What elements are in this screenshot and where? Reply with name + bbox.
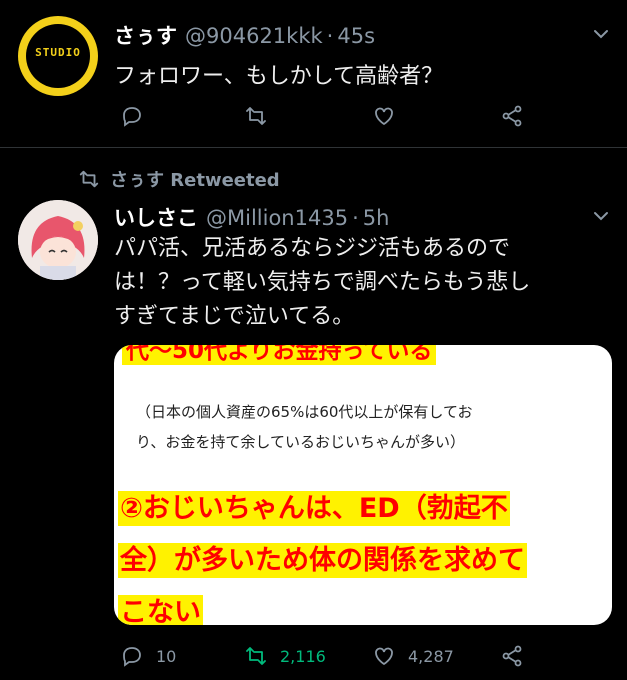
retweet-button[interactable] xyxy=(244,104,268,128)
chevron-down-icon[interactable] xyxy=(593,208,609,224)
timestamp[interactable]: 45s xyxy=(337,24,375,48)
retweet-icon xyxy=(79,170,99,188)
like-icon xyxy=(375,107,393,126)
tweet-text-line: すぎてまじで泣いてる。 xyxy=(114,304,355,329)
tweet-header: いしさこ @Million1435 · 5h xyxy=(114,202,389,232)
tweet-actions-rt: 2,116 xyxy=(244,644,326,668)
display-name[interactable]: さぅす xyxy=(114,20,177,50)
tweet-text-line: パパ活、兄活あるならジジ活もあるので xyxy=(114,236,511,261)
retweet-icon xyxy=(246,647,266,665)
tweet-actions-like: 4,287 xyxy=(372,644,454,668)
tweet-actions: 10 xyxy=(120,644,176,668)
retweet-count: 2,116 xyxy=(280,646,326,666)
retweet-button[interactable]: 2,116 xyxy=(244,644,326,668)
timestamp[interactable]: 5h xyxy=(363,206,390,230)
separator: · xyxy=(352,206,359,230)
image-note: （日本の個人資産の65%は60代以上が保有してお り、お金を持て余しているおじい… xyxy=(136,397,596,457)
image-headline: ②おじいちゃんは、ED（勃起不 全）が多いため体の関係を求めて こない xyxy=(118,483,598,625)
tweet-actions-rt xyxy=(244,104,268,128)
tweet-image[interactable]: 代〜50代よりお金持っている （日本の個人資産の65%は60代以上が保有してお … xyxy=(114,345,612,625)
user-handle[interactable]: @Million1435 xyxy=(206,206,348,230)
image-note-line: （日本の個人資産の65%は60代以上が保有してお xyxy=(136,403,473,421)
image-headline-line: 全）が多いため体の関係を求めて xyxy=(118,543,527,578)
reply-icon xyxy=(123,107,141,127)
share-button[interactable] xyxy=(500,644,524,668)
avatar-illustration xyxy=(18,200,98,280)
retweet-icon xyxy=(246,107,266,125)
like-icon xyxy=(375,647,393,666)
image-note-line: り、お金を持て余しているおじいちゃんが多い） xyxy=(136,433,465,451)
tweet-1[interactable]: STUDIO さぅす @904621kkk · 45s フォロワー、もしかして高… xyxy=(0,0,627,148)
image-headline-line: ②おじいちゃんは、ED（勃起不 xyxy=(118,491,510,526)
user-handle[interactable]: @904621kkk xyxy=(185,24,323,48)
image-headline-line: こない xyxy=(118,595,203,625)
tweet-text: パパ活、兄活あるならジジ活もあるので は！？って軽い気持ちで調べたらもう悲し す… xyxy=(114,232,614,334)
reply-button[interactable]: 10 xyxy=(120,644,176,668)
tweet-text: フォロワー、もしかして高齢者？ xyxy=(114,64,444,89)
reply-button[interactable] xyxy=(120,104,144,128)
like-button[interactable] xyxy=(372,104,396,128)
image-top-text: 代〜50代よりお金持っている xyxy=(122,345,437,365)
tweet-actions-like xyxy=(372,104,396,128)
tweet-actions xyxy=(120,104,144,128)
like-button[interactable]: 4,287 xyxy=(372,644,454,668)
share-icon xyxy=(502,645,522,667)
avatar[interactable]: STUDIO xyxy=(18,16,98,96)
reply-icon xyxy=(123,647,141,667)
retweet-banner-label: さぅす Retweeted xyxy=(110,170,280,191)
divider xyxy=(0,147,627,148)
tweet-actions-share xyxy=(500,104,524,128)
chevron-down-icon[interactable] xyxy=(593,26,609,42)
tweet-actions-share xyxy=(500,644,524,668)
tweet-header: さぅす @904621kkk · 45s xyxy=(114,20,375,50)
retweet-banner[interactable]: さぅす Retweeted xyxy=(78,166,280,192)
avatar-logo: STUDIO xyxy=(26,24,90,88)
share-button[interactable] xyxy=(500,104,524,128)
display-name[interactable]: いしさこ xyxy=(114,202,198,232)
reply-count: 10 xyxy=(156,646,177,666)
avatar-logo-text: STUDIO xyxy=(35,46,81,59)
like-count: 4,287 xyxy=(408,646,454,666)
share-icon xyxy=(502,105,522,127)
avatar[interactable] xyxy=(18,200,98,280)
separator: · xyxy=(326,24,334,48)
tweet-text-line: は！？って軽い気持ちで調べたらもう悲し xyxy=(114,270,531,295)
